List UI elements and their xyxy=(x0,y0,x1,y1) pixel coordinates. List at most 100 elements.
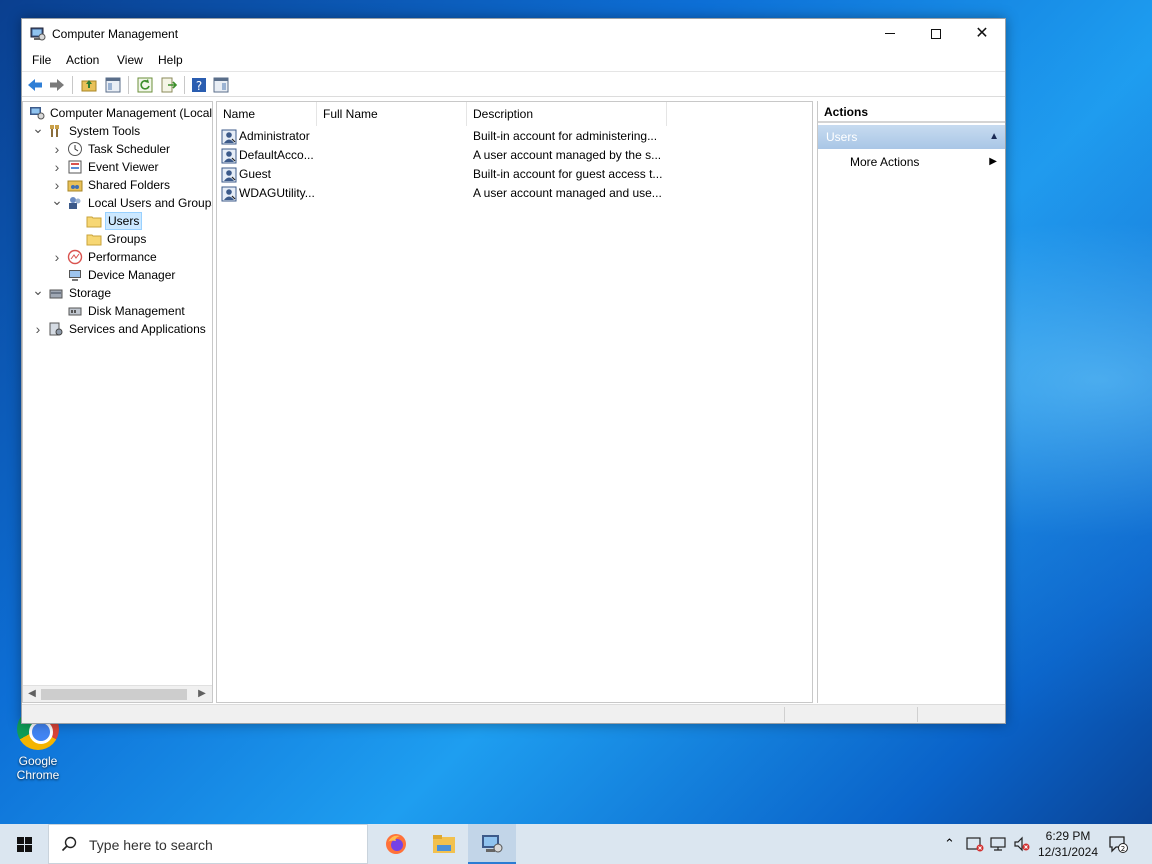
tree-item-storage[interactable]: ⌄ Storage xyxy=(23,283,212,302)
status-bar xyxy=(22,704,1005,723)
user-account-icon xyxy=(221,167,237,183)
expanded-chevron-icon[interactable]: ⌄ xyxy=(51,193,63,207)
tree-item-event-viewer[interactable]: › Event Viewer xyxy=(23,158,212,176)
storage-icon xyxy=(49,289,63,299)
shared-folder-icon xyxy=(67,180,83,192)
security-center-icon[interactable] xyxy=(966,836,984,852)
firefox-icon xyxy=(386,834,406,854)
search-icon xyxy=(61,836,77,852)
tree-item-computer-management-local[interactable]: Computer Management (Local xyxy=(23,104,212,122)
menu-view[interactable]: View xyxy=(117,53,143,67)
table-row[interactable]: DefaultAcco... A user account managed by … xyxy=(217,146,812,165)
taskbar-clock[interactable]: 6:29 PM 12/31/2024 xyxy=(1034,828,1102,860)
tree-item-label: Task Scheduler xyxy=(88,142,171,156)
users-groups-icon xyxy=(69,197,81,209)
collapsed-chevron-icon[interactable]: › xyxy=(51,158,63,176)
actions-section-users[interactable]: Users ▲ xyxy=(818,125,1005,149)
user-account-icon xyxy=(221,148,237,164)
tree-item-label: Local Users and Groups xyxy=(88,196,213,210)
maximize-button[interactable] xyxy=(913,19,959,49)
tree-item-users[interactable]: Users xyxy=(23,212,212,230)
folder-icon xyxy=(86,234,102,246)
tree-item-label: Services and Applications xyxy=(69,322,206,336)
actions-title: Actions xyxy=(818,101,1005,123)
more-actions-item[interactable]: More Actions ▶ xyxy=(818,151,1005,173)
table-row[interactable]: Administrator Built-in account for admini… xyxy=(217,127,812,146)
show-hidden-icons-chevron-icon[interactable]: ⌃ xyxy=(944,836,958,852)
user-name-cell: DefaultAcco... xyxy=(239,148,314,162)
action-center-icon[interactable]: 2 xyxy=(1108,834,1128,854)
tree-item-label: System Tools xyxy=(69,124,141,138)
collapsed-chevron-icon[interactable]: › xyxy=(51,248,63,266)
computer-management-window: Computer Management ✕ File Action View H… xyxy=(21,18,1006,724)
column-header-full-name[interactable]: Full Name xyxy=(317,102,467,126)
close-button[interactable]: ✕ xyxy=(959,19,1005,49)
scrollbar-thumb[interactable] xyxy=(41,689,187,700)
table-row[interactable]: WDAGUtility... A user account managed and… xyxy=(217,184,812,203)
more-actions-label: More Actions xyxy=(850,155,920,169)
tree-item-local-users-and-groups[interactable]: ⌄ Local Users and Groups xyxy=(23,193,213,212)
computer-management-icon xyxy=(30,27,46,41)
column-header-name[interactable]: Name xyxy=(217,102,317,126)
tree-horizontal-scrollbar[interactable]: ◀ ▶ xyxy=(23,685,212,702)
submenu-arrow-icon: ▶ xyxy=(989,156,997,167)
tree-item-services-and-applications[interactable]: › Services and Applications xyxy=(23,320,212,338)
performance-icon xyxy=(67,249,83,265)
menu-bar: File Action View Help xyxy=(22,49,1005,71)
tree-item-device-manager[interactable]: Device Manager xyxy=(23,266,212,284)
title-bar[interactable]: Computer Management ✕ xyxy=(22,19,1005,49)
svg-text:?: ? xyxy=(196,79,202,93)
menu-action[interactable]: Action xyxy=(66,53,99,67)
show-hide-tree-icon[interactable] xyxy=(104,76,122,94)
toolbar-separator xyxy=(184,76,185,94)
description-cell: A user account managed and use... xyxy=(473,186,662,200)
forward-arrow-icon[interactable] xyxy=(48,76,66,94)
help-icon[interactable]: ? xyxy=(190,76,208,94)
toolbar-separator xyxy=(72,76,73,94)
tree-item-disk-management[interactable]: Disk Management xyxy=(23,302,212,320)
status-separator xyxy=(784,707,785,722)
close-icon: ✕ xyxy=(975,25,989,42)
description-cell: A user account managed by the s... xyxy=(473,148,662,162)
minimize-icon xyxy=(885,33,895,35)
tree-item-task-scheduler[interactable]: › Task Scheduler xyxy=(23,140,212,158)
expanded-chevron-icon[interactable]: ⌄ xyxy=(32,121,44,135)
tree-item-groups[interactable]: Groups xyxy=(23,230,212,248)
tree-item-performance[interactable]: › Performance xyxy=(23,248,212,266)
volume-muted-icon[interactable] xyxy=(1013,836,1031,852)
user-name-cell: Guest xyxy=(239,167,272,181)
taskbar-file-explorer[interactable] xyxy=(420,824,468,864)
start-button[interactable] xyxy=(0,824,48,864)
up-folder-icon[interactable] xyxy=(80,76,98,94)
refresh-icon[interactable] xyxy=(136,76,154,94)
collapsed-chevron-icon[interactable]: › xyxy=(32,320,44,338)
menu-file[interactable]: File xyxy=(32,53,51,67)
scroll-right-icon[interactable]: ▶ xyxy=(195,688,209,699)
collapse-up-icon[interactable]: ▲ xyxy=(989,125,999,149)
export-list-icon[interactable] xyxy=(160,76,178,94)
tree-item-system-tools[interactable]: ⌄ System Tools xyxy=(23,121,212,140)
taskbar-computer-management[interactable] xyxy=(468,824,516,864)
network-icon[interactable] xyxy=(990,836,1008,852)
back-arrow-icon[interactable] xyxy=(26,76,44,94)
menu-help[interactable]: Help xyxy=(158,53,183,67)
show-hide-action-pane-icon[interactable] xyxy=(212,76,230,94)
taskbar-firefox[interactable] xyxy=(372,824,420,864)
file-explorer-icon xyxy=(433,835,455,853)
expanded-chevron-icon[interactable]: ⌄ xyxy=(32,283,44,297)
window-title: Computer Management xyxy=(52,27,179,41)
user-account-icon xyxy=(221,186,237,202)
collapsed-chevron-icon[interactable]: › xyxy=(51,140,63,158)
table-row[interactable]: Guest Built-in account for guest access t… xyxy=(217,165,812,184)
device-manager-icon xyxy=(69,270,81,281)
windows-logo-icon xyxy=(17,837,32,852)
taskbar-search[interactable]: Type here to search xyxy=(48,824,368,864)
description-cell: Built-in account for guest access t... xyxy=(473,167,663,181)
tree-item-label: Computer Management (Local xyxy=(50,106,213,120)
minimize-button[interactable] xyxy=(867,19,913,49)
search-placeholder: Type here to search xyxy=(89,837,213,853)
maximize-icon xyxy=(931,28,941,39)
column-header-description[interactable]: Description xyxy=(467,102,667,126)
scroll-left-icon[interactable]: ◀ xyxy=(25,688,39,699)
actions-pane: Actions Users ▲ More Actions ▶ xyxy=(817,101,1005,703)
